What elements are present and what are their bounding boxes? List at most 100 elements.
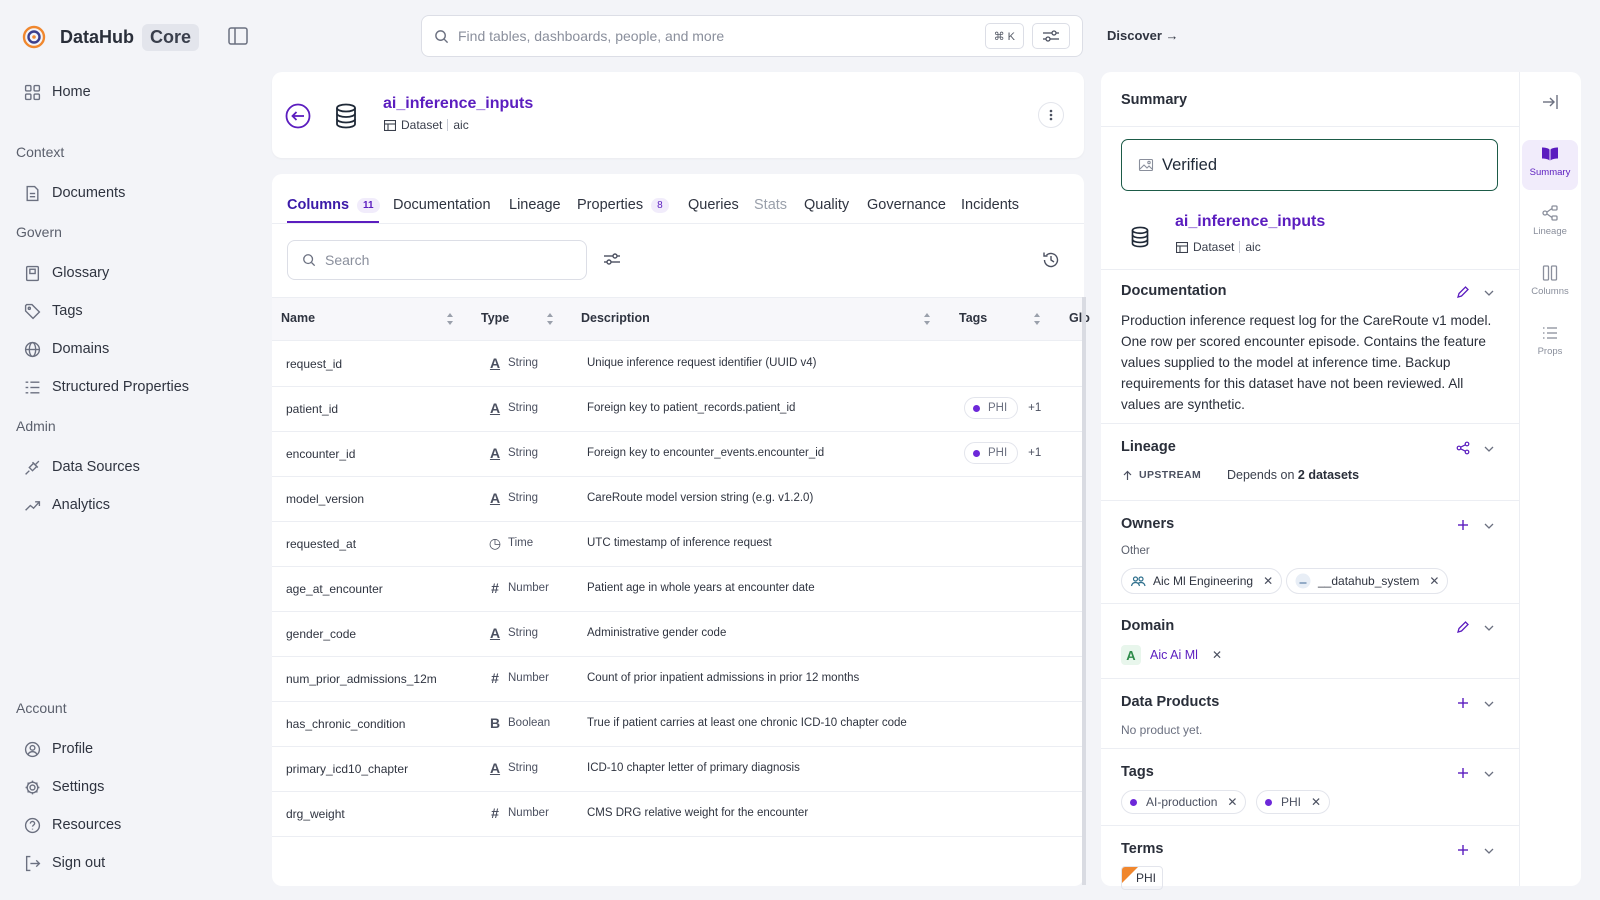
plus-icon[interactable]	[1456, 843, 1470, 857]
rail-tab-columns[interactable]: Columns	[1522, 264, 1578, 297]
domain-name[interactable]: Aic Ai Ml	[1150, 648, 1198, 662]
rail-tab-lineage[interactable]: Lineage	[1522, 204, 1578, 237]
sidebar-item-home[interactable]: Home	[24, 80, 91, 104]
edit-icon[interactable]	[1456, 285, 1470, 299]
table-row[interactable]: age_at_encounter # Number Patient age in wh…	[272, 567, 1084, 612]
sidebar-item-profile[interactable]: Profile	[24, 737, 93, 761]
table-row[interactable]: gender_code A String Administrative gender …	[272, 612, 1084, 657]
history-icon[interactable]	[1041, 250, 1061, 270]
sort-icon[interactable]	[923, 312, 931, 326]
sidebar-item-resources[interactable]: Resources	[24, 813, 121, 837]
rail-tab-props[interactable]: Props	[1522, 324, 1578, 357]
plus-icon[interactable]	[1456, 766, 1470, 780]
tag-pill[interactable]: PHI	[964, 442, 1019, 464]
remove-owner-icon[interactable]: ✕	[1429, 574, 1439, 588]
tab-properties[interactable]: Properties 8	[577, 197, 669, 213]
tab-columns[interactable]: Columns 11	[287, 197, 380, 213]
column-name[interactable]: num_prior_admissions_12m	[286, 672, 437, 686]
column-name[interactable]: gender_code	[286, 627, 356, 641]
chevron-down-icon[interactable]	[1483, 622, 1495, 634]
more-tags-count[interactable]: +1	[1028, 402, 1041, 414]
sidebar-item-settings[interactable]: Settings	[24, 775, 104, 799]
sort-icon[interactable]	[446, 312, 454, 326]
sort-icon[interactable]	[546, 312, 554, 326]
remove-tag-icon[interactable]: ✕	[1227, 795, 1237, 809]
sidebar-item-data-sources[interactable]: Data Sources	[24, 455, 140, 479]
sliders-icon[interactable]	[602, 249, 622, 269]
depends-count[interactable]: 2 datasets	[1298, 468, 1359, 482]
sort-icon[interactable]	[1033, 312, 1041, 326]
column-header-type[interactable]: Type	[481, 311, 509, 325]
column-name[interactable]: patient_id	[286, 402, 338, 416]
tab-governance[interactable]: Governance	[867, 197, 946, 213]
column-name[interactable]: drg_weight	[286, 807, 345, 821]
tab-lineage[interactable]: Lineage	[509, 197, 561, 213]
tag-pill[interactable]: PHI ✕	[1256, 790, 1331, 814]
column-header-glossary[interactable]: Glo	[1069, 311, 1090, 325]
table-row[interactable]: num_prior_admissions_12m # Number Count of …	[272, 657, 1084, 702]
discover-link[interactable]: Discover →	[1107, 28, 1179, 43]
domain-pill[interactable]: A Aic Ai Ml ✕	[1121, 645, 1222, 665]
sidebar-item-documents[interactable]: Documents	[24, 181, 125, 205]
sidebar-item-structured-properties[interactable]: Structured Properties	[24, 375, 189, 399]
owner-pill[interactable]: __datahub_system ✕	[1286, 568, 1449, 594]
sidebar-item-glossary[interactable]: Glossary	[24, 261, 109, 285]
chevron-down-icon[interactable]	[1483, 768, 1495, 780]
remove-tag-icon[interactable]: ✕	[1311, 795, 1321, 809]
search-filter-button[interactable]	[1032, 23, 1070, 49]
remove-owner-icon[interactable]: ✕	[1263, 574, 1273, 588]
column-name[interactable]: requested_at	[286, 537, 356, 551]
tab-queries[interactable]: Queries	[688, 197, 739, 213]
sidebar-item-tags[interactable]: Tags	[24, 299, 83, 323]
sidebar-item-sign-out[interactable]: Sign out	[24, 851, 105, 875]
column-name[interactable]: request_id	[286, 357, 342, 371]
table-row[interactable]: model_version A String CareRoute model vers…	[272, 477, 1084, 522]
table-row[interactable]: has_chronic_condition B Boolean True if pat…	[272, 702, 1084, 747]
search-input[interactable]: Find tables, dashboards, people, and mor…	[458, 28, 985, 44]
table-row[interactable]: patient_id A String Foreign key to patient_…	[272, 387, 1084, 432]
column-name[interactable]: encounter_id	[286, 447, 355, 461]
sidebar-toggle-icon[interactable]	[228, 27, 248, 45]
column-header-tags[interactable]: Tags	[959, 311, 987, 325]
edit-icon[interactable]	[1456, 620, 1470, 634]
rail-tab-summary[interactable]: Summary	[1522, 140, 1578, 190]
plus-icon[interactable]	[1456, 696, 1470, 710]
brand[interactable]: DataHub Core	[22, 22, 200, 52]
chevron-down-icon[interactable]	[1483, 845, 1495, 857]
remove-domain-icon[interactable]: ✕	[1212, 648, 1222, 662]
column-name[interactable]: has_chronic_condition	[286, 717, 405, 731]
table-row[interactable]: encounter_id A String Foreign key to encoun…	[272, 432, 1084, 477]
column-name[interactable]: primary_icd10_chapter	[286, 762, 408, 776]
back-arrow-icon[interactable]	[285, 103, 311, 129]
columns-search-input[interactable]: Search	[287, 240, 587, 280]
chevron-down-icon[interactable]	[1483, 287, 1495, 299]
entity-title[interactable]: ai_inference_inputs	[383, 95, 533, 113]
plus-icon[interactable]	[1456, 518, 1470, 532]
lineage-icon[interactable]	[1456, 441, 1470, 455]
column-header-description[interactable]: Description	[581, 311, 650, 325]
chevron-down-icon[interactable]	[1483, 520, 1495, 532]
tab-incidents[interactable]: Incidents	[961, 197, 1019, 213]
summary-entity-title[interactable]: ai_inference_inputs	[1175, 213, 1325, 231]
table-row[interactable]: primary_icd10_chapter A String ICD-10 chapt…	[272, 747, 1084, 792]
tag-pill[interactable]: AI-production ✕	[1121, 790, 1247, 814]
table-row[interactable]: request_id A String Unique inference reques…	[272, 342, 1084, 387]
column-name[interactable]: age_at_encounter	[286, 582, 383, 596]
chevron-down-icon[interactable]	[1483, 443, 1495, 455]
table-row[interactable]: requested_at ◷ Time UTC timestamp of infere…	[272, 522, 1084, 567]
tab-documentation[interactable]: Documentation	[393, 197, 491, 213]
sidebar-item-domains[interactable]: Domains	[24, 337, 109, 361]
more-tags-count[interactable]: +1	[1028, 447, 1041, 459]
more-actions-button[interactable]	[1038, 102, 1064, 128]
term-pill[interactable]: PHI	[1121, 866, 1164, 890]
owner-pill[interactable]: Aic Ml Engineering ✕	[1121, 568, 1283, 594]
tab-quality[interactable]: Quality	[804, 197, 849, 213]
column-header-name[interactable]: Name	[281, 311, 315, 325]
column-name[interactable]: model_version	[286, 492, 364, 506]
tag-pill[interactable]: PHI	[964, 397, 1019, 419]
global-search[interactable]: Find tables, dashboards, people, and mor…	[421, 15, 1083, 57]
table-row[interactable]: drg_weight # Number CMS DRG relative weight…	[272, 792, 1084, 837]
collapse-panel-icon[interactable]	[1540, 92, 1560, 112]
table-scrollbar[interactable]	[1082, 297, 1086, 885]
upstream-label[interactable]: UPSTREAM	[1122, 469, 1201, 481]
